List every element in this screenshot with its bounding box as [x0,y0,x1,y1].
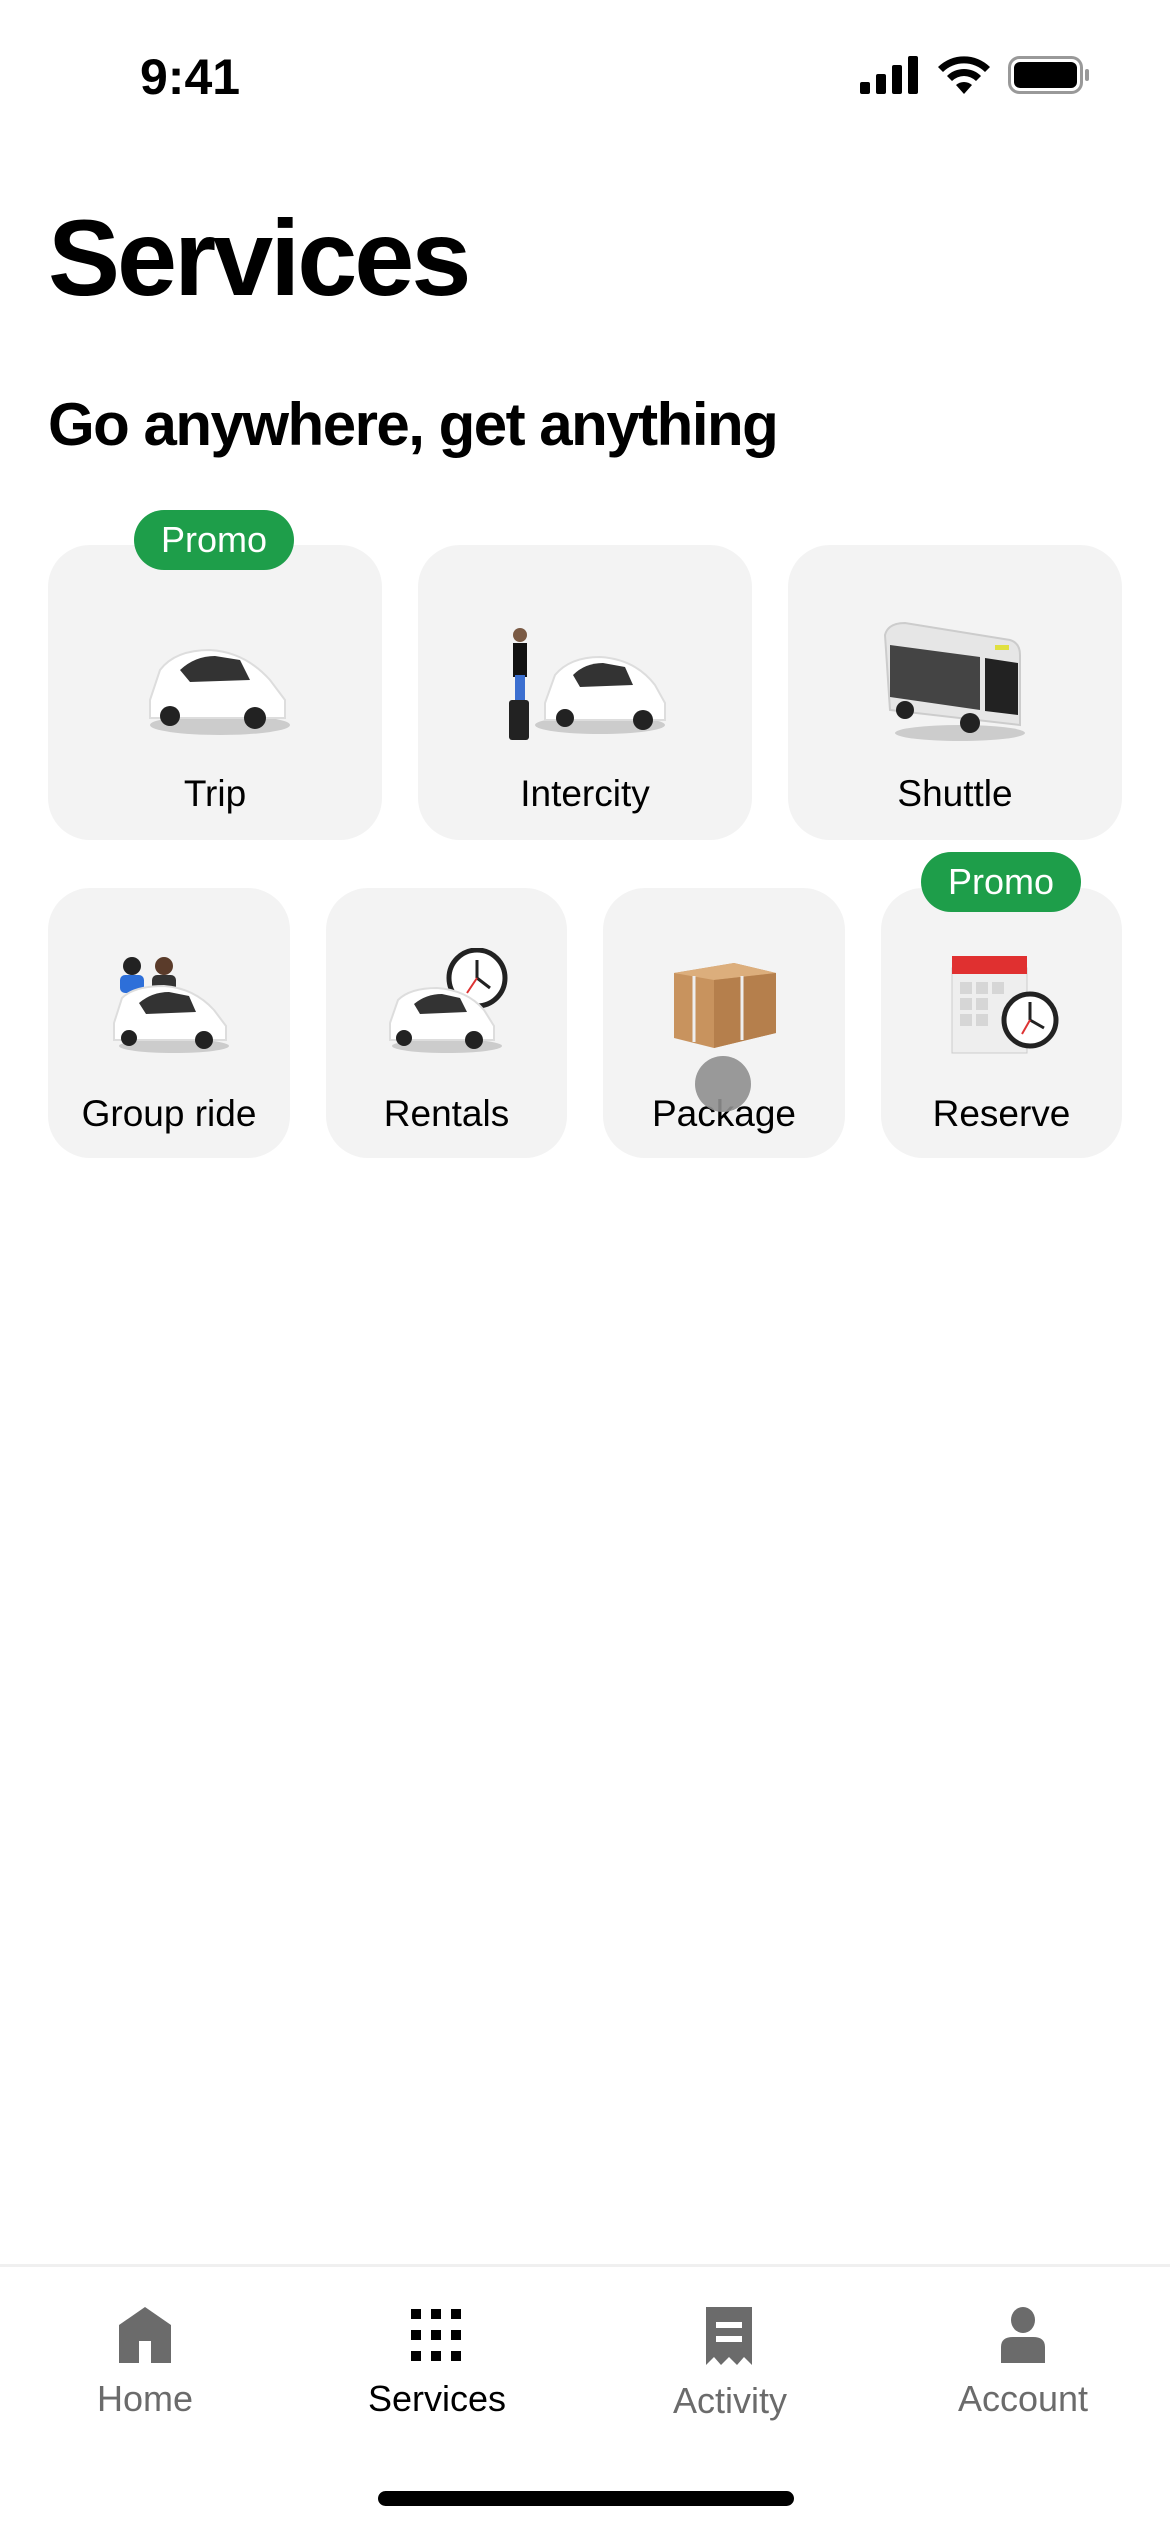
service-tile-trip[interactable]: Trip [48,545,382,840]
car-icon [149,648,290,735]
tab-label: Account [957,2378,1089,2419]
car-clock-icon [388,948,507,1053]
tab-label: Home [96,2378,194,2419]
tab-label: Activity [672,2380,787,2421]
service-tile-rentals[interactable]: Rentals [326,888,567,1158]
service-label: Trip [183,773,247,814]
package-icon [674,963,776,1048]
promo-badge: Promo [134,510,294,570]
receipt-icon [706,2307,752,2365]
tab-activity[interactable]: Activity [620,2307,840,2422]
service-tile-intercity[interactable]: Intercity [418,545,752,840]
traveler-car-icon [509,628,666,740]
section-subtitle: Go anywhere, get anything [48,391,779,458]
wifi-icon [938,56,990,94]
service-tile-package[interactable]: Package [603,888,845,1158]
status-time: 9:41 [140,49,241,105]
battery-icon [1008,56,1089,94]
promo-badge: Promo [921,852,1081,912]
tab-account[interactable]: Account [913,2307,1133,2420]
service-label: Reserve [932,1093,1071,1134]
service-tile-group-ride[interactable]: Group ride [48,888,290,1158]
group-car-icon [113,957,229,1053]
home-indicator [378,2491,794,2506]
bus-icon [883,621,1025,741]
service-label: Rentals [383,1093,510,1134]
service-label: Shuttle [897,773,1013,814]
tab-label: Services [367,2378,507,2419]
service-tile-reserve[interactable]: Reserve [881,888,1122,1158]
service-label: Group ride [81,1093,257,1134]
tab-home[interactable]: Home [35,2307,255,2420]
service-tile-shuttle[interactable]: Shuttle [788,545,1122,840]
calendar-clock-icon [951,956,1058,1054]
signal-icon [860,56,918,94]
home-icon [119,2307,171,2363]
tab-services[interactable]: Services [327,2307,547,2420]
person-icon [1001,2307,1045,2363]
status-icons [860,56,1090,94]
grid-icon [411,2309,461,2361]
touch-indicator [695,1056,751,1112]
service-label: Intercity [520,773,650,814]
page-title: Services [48,197,471,318]
